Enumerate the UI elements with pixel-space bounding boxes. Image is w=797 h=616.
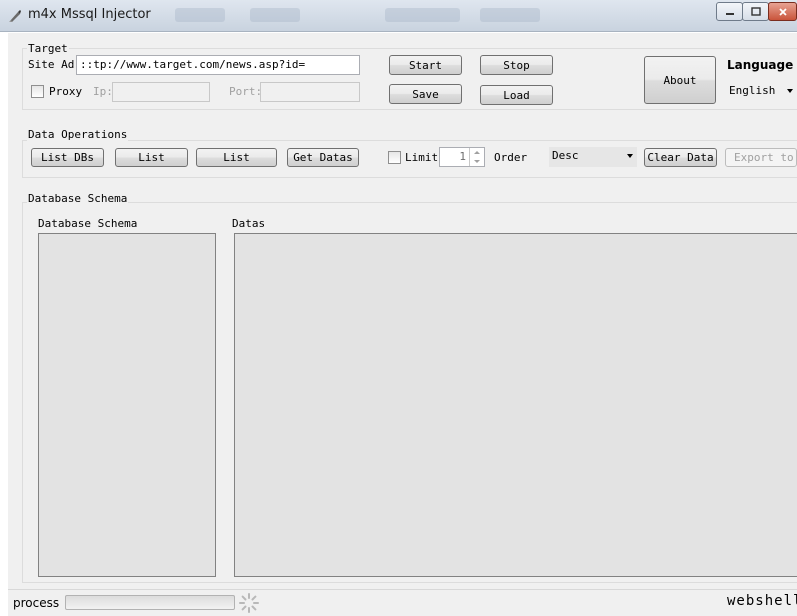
target-legend: Target	[27, 42, 69, 55]
get-datas-button[interactable]: Get Datas	[287, 148, 359, 167]
datas-grid[interactable]	[234, 233, 797, 577]
chevron-down-icon	[787, 89, 793, 93]
proxy-label: Proxy	[49, 85, 83, 98]
port-label: Port:	[229, 85, 263, 98]
window-title: m4x Mssql Injector	[28, 7, 151, 22]
blurred-title-area	[480, 8, 540, 22]
ip-label: Ip:	[93, 85, 113, 98]
stop-button[interactable]: Stop	[480, 55, 553, 75]
proxy-checkbox[interactable]	[31, 85, 44, 98]
webshell-watermark: webshell	[727, 593, 797, 609]
language-select[interactable]: English	[726, 82, 797, 102]
main-window: Target Site Adı ::tp://www.target.com/ne…	[8, 33, 797, 616]
database-schema-legend: Database Schema	[27, 192, 129, 205]
order-selected-value: Desc	[552, 149, 579, 162]
data-operations-legend: Data Operations	[27, 128, 129, 141]
maximize-icon	[750, 7, 761, 16]
list-dbs-button[interactable]: List DBs	[31, 148, 104, 167]
limit-spinner[interactable]	[469, 148, 484, 166]
language-label: Language	[727, 58, 794, 72]
minimize-button[interactable]	[716, 2, 743, 21]
limit-checkbox[interactable]	[388, 151, 401, 164]
list-columns-button[interactable]: List	[196, 148, 277, 167]
load-button[interactable]: Load	[480, 85, 553, 105]
site-address-input[interactable]: ::tp://www.target.com/news.asp?id=	[76, 55, 360, 75]
blurred-title-area	[175, 8, 225, 22]
minimize-icon	[725, 12, 734, 15]
title-bar[interactable]: m4x Mssql Injector	[0, 0, 797, 32]
chevron-down-icon	[627, 154, 633, 158]
language-selected-value: English	[729, 84, 776, 97]
start-button[interactable]: Start	[389, 55, 462, 75]
process-progress-bar	[65, 595, 235, 610]
save-button[interactable]: Save	[389, 84, 462, 104]
spin-down-icon[interactable]	[470, 157, 484, 166]
order-label: Order	[494, 151, 528, 164]
close-button[interactable]	[768, 2, 797, 21]
clear-data-button[interactable]: Clear Data	[644, 148, 717, 167]
loading-spinner-icon	[239, 593, 259, 613]
close-icon	[778, 7, 787, 16]
app-icon	[9, 10, 21, 22]
order-select[interactable]: Desc	[549, 147, 637, 167]
spin-up-icon[interactable]	[470, 148, 484, 157]
port-input[interactable]	[260, 82, 360, 102]
blurred-title-area	[385, 8, 460, 22]
ip-input[interactable]	[112, 82, 210, 102]
status-bar: process webshell	[8, 589, 797, 616]
list-tables-button[interactable]: List	[115, 148, 188, 167]
schema-tree-label: Database Schema	[38, 217, 138, 230]
process-label: process	[13, 596, 60, 610]
about-button[interactable]: About	[644, 56, 716, 104]
schema-tree-view[interactable]	[38, 233, 216, 577]
blurred-title-area	[250, 8, 300, 22]
datas-label: Datas	[232, 217, 266, 230]
site-address-label: Site Adı	[28, 58, 74, 71]
limit-label: Limit	[405, 151, 439, 164]
maximize-button[interactable]	[742, 2, 769, 21]
limit-value: 1	[459, 150, 466, 163]
export-button[interactable]: Export to	[725, 148, 797, 167]
